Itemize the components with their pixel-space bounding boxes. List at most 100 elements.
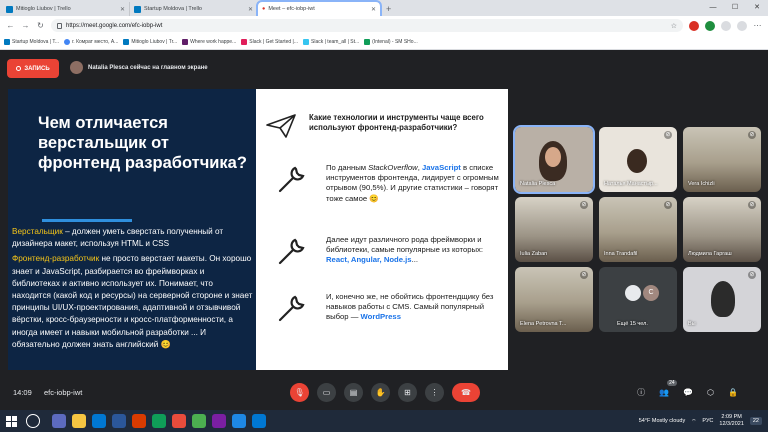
bookmark-item[interactable]: Slack | Get Started |... [241,39,298,45]
info-button[interactable]: ⓘ [637,387,645,398]
reload-button[interactable]: ↻ [36,21,45,30]
participant-tile[interactable]: ⊘ Iulia Zaban [515,197,593,262]
tab-trello-liubov[interactable]: Mitioglo Liubov | Trello ✕ [2,2,130,16]
slack-icon [303,39,309,45]
trello-icon [4,39,10,45]
app-icon[interactable] [192,414,206,428]
start-button[interactable] [0,410,22,432]
wifi-icon[interactable]: ⌔ [691,418,696,425]
word-icon[interactable] [112,414,126,428]
telegram-icon[interactable] [232,414,246,428]
captions-button[interactable]: ▤ [344,382,363,402]
tab-meet[interactable]: ● Meet – efc-iobp-iwt ✕ [0,0,768,393]
bookmark-item[interactable]: Slack | team_all | St... [303,39,359,45]
text-run: WordPress [360,312,401,322]
url-field[interactable]: https://meet.google.com/efc-iobp-iwt ☆ [51,19,683,32]
tab-label: Mitioglo Liubov | Trello [16,6,71,12]
mic-toggle-button[interactable]: 🎙 [290,382,309,402]
more-participants-tile[interactable]: C Ещё 15 чел. [599,267,677,332]
participant-tile[interactable]: ⊘ Inna Trandafil [599,197,677,262]
participant-tile[interactable]: ⊘ Elena Petrovna T... [515,267,593,332]
minimize-button[interactable]: — [702,0,724,16]
participant-face [545,147,561,167]
self-view-tile[interactable]: ⊘ Вы [683,267,761,332]
bookmark-item[interactable]: Where work happe... [182,39,236,45]
windows-icon [5,415,17,427]
bookmark-label: Slack | Get Started |... [249,39,298,45]
people-count-badge: 24 [667,379,677,386]
language-indicator[interactable]: РУС [702,418,713,424]
close-icon[interactable]: ✕ [248,6,253,13]
chrome-icon[interactable] [152,414,166,428]
tab-trello-startup[interactable]: Startup Moldova | Trello ✕ [130,2,258,16]
maximize-button[interactable]: ☐ [724,0,746,16]
edge-icon[interactable] [92,414,106,428]
meeting-time: 14:09 [13,387,32,397]
activities-button[interactable]: ⬡ [707,388,714,397]
participant-name: Людмила Гаргаш [688,251,732,257]
presenter-text: Natalia Plesca сейчас на главном экране [88,64,208,71]
text-run: По данным [326,163,369,172]
camera-toggle-button[interactable]: ▭ [317,382,336,402]
close-window-button[interactable]: ✕ [746,0,768,16]
window-controls: — ☐ ✕ [702,0,768,16]
clock-date: 12/3/2021 [719,421,744,427]
extension-icon[interactable] [689,20,699,31]
menu-icon[interactable]: ⋯ [753,21,762,30]
viber-icon[interactable] [212,414,226,428]
bookmark-label: (Intenal) - SM SHo... [372,39,418,45]
notifications-badge[interactable]: 22 [749,417,762,425]
participant-tile[interactable]: Natalia Plesca [513,125,595,194]
participant-name: Вы [688,321,696,327]
slide-item: Далее идут различного рода фреймворки и … [276,235,502,267]
participant-name: Elena Petrovna T... [520,321,567,327]
sheets-icon [364,39,371,45]
host-controls-button[interactable]: 🔒 [728,388,738,397]
slide-right-panel: Какие технологии и инструменты чаще всег… [256,89,508,370]
collections-icon[interactable] [721,20,731,31]
record-label: ЗАПИСЬ [24,65,50,72]
people-button[interactable]: 👥 24 [659,379,677,397]
forward-button[interactable]: → [21,21,30,30]
side-controls: ⓘ 👥 24 💬 ⬡ 🔒 [637,379,738,398]
recording-indicator[interactable]: ЗАПИСЬ [7,59,59,78]
store-icon[interactable] [252,414,266,428]
highlight-text: Верстальщик [12,227,63,236]
bookmark-item[interactable]: г. Комрат место, А... [64,39,118,45]
clock-time: 2:09 PM [721,414,742,420]
new-tab-button[interactable]: + [380,2,397,16]
participant-tile[interactable]: ⊘ Vera Ichizli [683,127,761,192]
bookmark-item[interactable]: Startup Moldova | T... [4,39,59,45]
mic-off-icon: ⊘ [664,201,672,209]
task-view-icon[interactable] [52,414,66,428]
close-icon[interactable]: ✕ [371,6,376,13]
bookmark-item[interactable]: (Intenal) - SM SHo... [364,39,418,45]
chat-button[interactable]: 💬 [683,388,693,397]
clock[interactable]: 2:09 PM 12/3/2021 [719,414,743,428]
profile-avatar[interactable] [737,20,747,31]
avatar [70,61,83,74]
wrench-icon [278,295,305,322]
bookmark-item[interactable]: Mitioglo Liubov | Tr... [123,39,177,45]
mic-off-icon: ⊘ [664,131,672,139]
more-options-button[interactable]: ⋮ [425,382,444,402]
browser-tab-strip: Mitioglo Liubov | Trello ✕ Startup Moldo… [0,0,768,393]
back-button[interactable]: ← [6,21,15,30]
weather-text[interactable]: 54°F Mostly cloudy [639,418,686,424]
slide-question: Какие технологии и инструменты чаще всег… [309,113,484,132]
raise-hand-button[interactable]: ✋ [371,382,390,402]
bookmarks-bar: Startup Moldova | T... г. Комрат место, … [0,35,768,50]
file-explorer-icon[interactable] [72,414,86,428]
extension-icon[interactable] [705,20,715,31]
leave-call-button[interactable]: ☎ [452,382,480,402]
powerpoint-icon[interactable] [132,414,146,428]
participant-tile[interactable]: ⊘ Наталья Манастыр... [599,127,677,192]
search-icon[interactable] [26,414,40,428]
yandex-icon[interactable] [172,414,186,428]
participant-tile[interactable]: ⊘ Людмила Гаргаш [683,197,761,262]
close-icon[interactable]: ✕ [120,6,125,13]
slack-icon [241,39,248,45]
star-icon[interactable]: ☆ [671,22,677,30]
lock-icon [57,22,62,29]
present-button[interactable]: ⊞ [398,382,417,402]
